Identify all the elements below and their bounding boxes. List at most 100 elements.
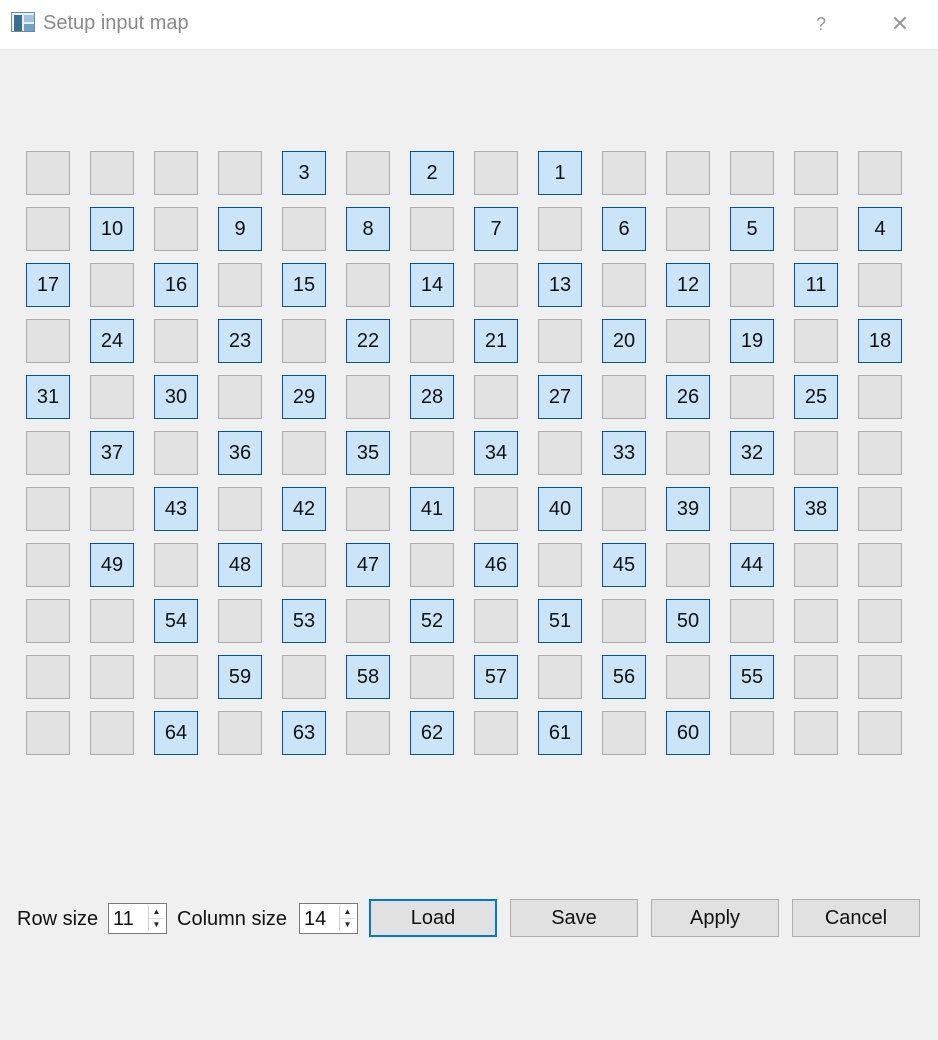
map-cell[interactable] bbox=[538, 655, 582, 699]
map-cell[interactable] bbox=[346, 263, 390, 307]
map-cell[interactable] bbox=[666, 207, 710, 251]
map-cell[interactable] bbox=[90, 151, 134, 195]
map-cell[interactable]: 27 bbox=[538, 375, 582, 419]
spin-up-icon[interactable]: ▲ bbox=[340, 906, 355, 919]
map-cell[interactable]: 51 bbox=[538, 599, 582, 643]
map-cell[interactable] bbox=[602, 599, 646, 643]
map-cell[interactable] bbox=[858, 375, 902, 419]
map-cell[interactable]: 6 bbox=[602, 207, 646, 251]
map-cell[interactable]: 18 bbox=[858, 319, 902, 363]
map-cell[interactable]: 15 bbox=[282, 263, 326, 307]
map-cell[interactable]: 2 bbox=[410, 151, 454, 195]
map-cell[interactable] bbox=[90, 711, 134, 755]
map-cell[interactable]: 58 bbox=[346, 655, 390, 699]
map-cell[interactable]: 19 bbox=[730, 319, 774, 363]
map-cell[interactable] bbox=[346, 487, 390, 531]
spin-down-icon[interactable]: ▼ bbox=[149, 919, 164, 931]
map-cell[interactable]: 17 bbox=[26, 263, 70, 307]
map-cell[interactable] bbox=[602, 711, 646, 755]
map-cell[interactable]: 64 bbox=[154, 711, 198, 755]
map-cell[interactable] bbox=[666, 431, 710, 475]
map-cell[interactable]: 5 bbox=[730, 207, 774, 251]
map-cell[interactable] bbox=[90, 487, 134, 531]
map-cell[interactable]: 24 bbox=[90, 319, 134, 363]
cancel-button[interactable]: Cancel bbox=[792, 899, 920, 937]
map-cell[interactable]: 25 bbox=[794, 375, 838, 419]
map-cell[interactable]: 29 bbox=[282, 375, 326, 419]
map-cell[interactable] bbox=[858, 431, 902, 475]
map-cell[interactable]: 1 bbox=[538, 151, 582, 195]
map-cell[interactable] bbox=[538, 207, 582, 251]
map-cell[interactable] bbox=[410, 319, 454, 363]
map-cell[interactable]: 28 bbox=[410, 375, 454, 419]
map-cell[interactable] bbox=[346, 151, 390, 195]
map-cell[interactable] bbox=[26, 655, 70, 699]
map-cell[interactable]: 59 bbox=[218, 655, 262, 699]
column-size-value[interactable]: 14 bbox=[304, 908, 326, 931]
map-cell[interactable]: 23 bbox=[218, 319, 262, 363]
map-cell[interactable] bbox=[26, 207, 70, 251]
map-cell[interactable]: 60 bbox=[666, 711, 710, 755]
column-size-stepper[interactable]: ▲ ▼ bbox=[339, 906, 355, 931]
map-cell[interactable] bbox=[858, 263, 902, 307]
map-cell[interactable]: 36 bbox=[218, 431, 262, 475]
map-cell[interactable] bbox=[858, 599, 902, 643]
map-cell[interactable] bbox=[218, 711, 262, 755]
map-cell[interactable]: 32 bbox=[730, 431, 774, 475]
map-cell[interactable] bbox=[90, 655, 134, 699]
map-cell[interactable]: 11 bbox=[794, 263, 838, 307]
map-cell[interactable]: 39 bbox=[666, 487, 710, 531]
map-cell[interactable] bbox=[474, 599, 518, 643]
map-cell[interactable]: 54 bbox=[154, 599, 198, 643]
map-cell[interactable] bbox=[794, 151, 838, 195]
map-cell[interactable] bbox=[154, 151, 198, 195]
map-cell[interactable] bbox=[90, 375, 134, 419]
map-cell[interactable] bbox=[666, 151, 710, 195]
map-cell[interactable] bbox=[474, 375, 518, 419]
map-cell[interactable] bbox=[730, 487, 774, 531]
map-cell[interactable] bbox=[410, 207, 454, 251]
map-cell[interactable] bbox=[474, 487, 518, 531]
row-size-value[interactable]: 11 bbox=[113, 908, 134, 931]
map-cell[interactable] bbox=[730, 375, 774, 419]
map-cell[interactable] bbox=[282, 655, 326, 699]
map-cell[interactable]: 48 bbox=[218, 543, 262, 587]
map-cell[interactable] bbox=[538, 543, 582, 587]
row-size-stepper[interactable]: ▲ ▼ bbox=[148, 906, 164, 931]
map-cell[interactable] bbox=[346, 599, 390, 643]
map-cell[interactable] bbox=[730, 263, 774, 307]
map-cell[interactable] bbox=[90, 263, 134, 307]
map-cell[interactable]: 46 bbox=[474, 543, 518, 587]
map-cell[interactable]: 47 bbox=[346, 543, 390, 587]
map-cell[interactable]: 56 bbox=[602, 655, 646, 699]
map-cell[interactable] bbox=[602, 151, 646, 195]
map-cell[interactable] bbox=[218, 263, 262, 307]
map-cell[interactable] bbox=[26, 151, 70, 195]
save-button[interactable]: Save bbox=[510, 899, 638, 937]
map-cell[interactable] bbox=[602, 263, 646, 307]
column-size-spinbox[interactable]: 14 ▲ ▼ bbox=[299, 903, 358, 934]
map-cell[interactable] bbox=[26, 543, 70, 587]
map-cell[interactable] bbox=[154, 431, 198, 475]
map-cell[interactable]: 62 bbox=[410, 711, 454, 755]
map-cell[interactable] bbox=[218, 375, 262, 419]
map-cell[interactable]: 33 bbox=[602, 431, 646, 475]
map-cell[interactable] bbox=[346, 711, 390, 755]
map-cell[interactable]: 30 bbox=[154, 375, 198, 419]
map-cell[interactable]: 14 bbox=[410, 263, 454, 307]
map-cell[interactable]: 8 bbox=[346, 207, 390, 251]
map-cell[interactable]: 37 bbox=[90, 431, 134, 475]
map-cell[interactable] bbox=[410, 655, 454, 699]
map-cell[interactable] bbox=[602, 487, 646, 531]
map-cell[interactable] bbox=[730, 151, 774, 195]
map-cell[interactable] bbox=[538, 319, 582, 363]
map-cell[interactable] bbox=[26, 319, 70, 363]
map-cell[interactable] bbox=[26, 599, 70, 643]
map-cell[interactable]: 57 bbox=[474, 655, 518, 699]
map-cell[interactable] bbox=[474, 711, 518, 755]
map-cell[interactable]: 20 bbox=[602, 319, 646, 363]
map-cell[interactable]: 7 bbox=[474, 207, 518, 251]
map-cell[interactable] bbox=[26, 487, 70, 531]
map-cell[interactable]: 3 bbox=[282, 151, 326, 195]
spin-up-icon[interactable]: ▲ bbox=[149, 906, 164, 919]
